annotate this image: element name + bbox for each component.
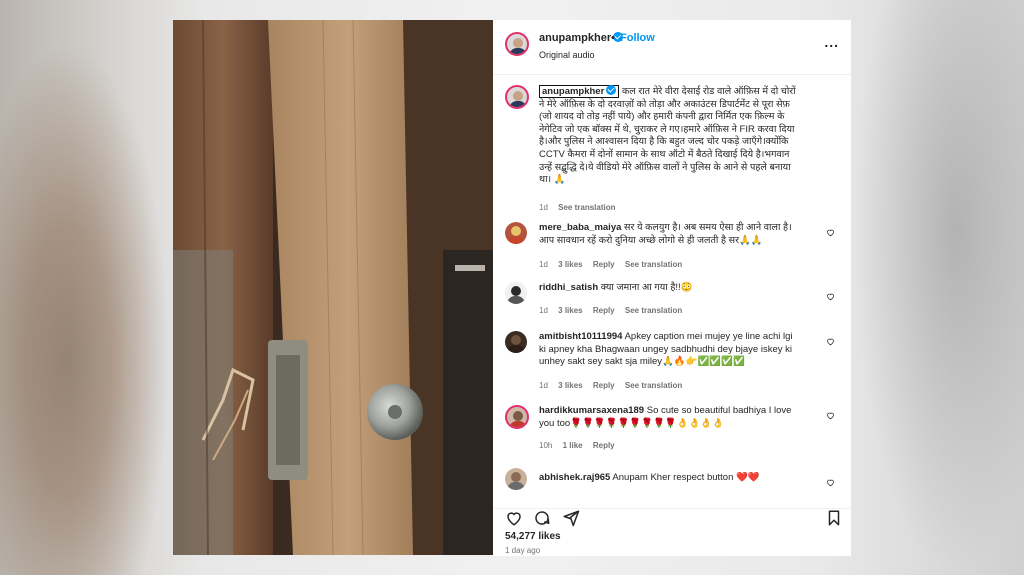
- comment-username[interactable]: amitbisht10111994: [539, 331, 622, 342]
- comment-username[interactable]: abhishek.raj965: [539, 472, 610, 483]
- likes-count[interactable]: 54,277 likes: [505, 531, 561, 542]
- caption-avatar[interactable]: [505, 85, 529, 109]
- comment-username[interactable]: hardikkumarsaxena189: [539, 405, 644, 416]
- video-frame-image: [173, 20, 493, 555]
- comment-text-container: amitbisht10111994 Apkey caption mei muje…: [539, 331, 801, 369]
- comment-meta: 1d 3 likes Reply See translation: [539, 381, 690, 390]
- comment-time: 1d: [539, 260, 548, 269]
- post-video[interactable]: [173, 20, 493, 555]
- action-bar: 54,277 likes 1 day ago: [493, 508, 851, 556]
- comment-username[interactable]: mere_baba_maiya: [539, 222, 621, 233]
- reply-button[interactable]: Reply: [593, 306, 615, 315]
- reply-button[interactable]: Reply: [593, 260, 615, 269]
- caption-translate-link[interactable]: See translation: [558, 203, 615, 212]
- comment-text-container: mere_baba_maiya सर ये कलयुग है। अब समय ऐ…: [539, 222, 801, 247]
- comment-like-heart-icon[interactable]: [826, 478, 835, 487]
- comment-avatar[interactable]: [505, 405, 529, 429]
- verified-icon: [606, 85, 617, 95]
- comment-icon[interactable]: [533, 509, 551, 527]
- comment-avatar[interactable]: [505, 331, 527, 353]
- comment-text-container: abhishek.raj965 Anupam Kher respect butt…: [539, 472, 801, 485]
- follow-button[interactable]: Follow: [620, 32, 655, 44]
- caption-text-container: anupampkher कल रात मेरे वीरा देसाई रोड व…: [539, 85, 801, 187]
- comment-time: 1d: [539, 306, 548, 315]
- bookmark-icon[interactable]: [825, 509, 843, 527]
- comment-like-heart-icon[interactable]: [826, 411, 835, 420]
- post-date: 1 day ago: [505, 546, 541, 555]
- comment-like-heart-icon[interactable]: [826, 337, 835, 346]
- comment-avatar[interactable]: [505, 282, 527, 304]
- comment-text: क्या जमाना आ गया है!!😳: [600, 282, 693, 293]
- author-avatar[interactable]: [505, 32, 529, 56]
- comment-likes[interactable]: 3 likes: [558, 260, 582, 269]
- comment-text: Anupam Kher respect button ❤️❤️: [612, 472, 760, 483]
- translate-link[interactable]: See translation: [625, 306, 682, 315]
- heart-icon[interactable]: [505, 509, 523, 527]
- post-modal: anupampkher • Follow Original audio ... …: [173, 20, 851, 556]
- comment-meta: 10h 1 like Reply: [539, 441, 623, 450]
- comment-text-container: riddhi_satish क्या जमाना आ गया है!!😳: [539, 282, 801, 295]
- comment-username[interactable]: riddhi_satish: [539, 282, 598, 293]
- reply-button[interactable]: Reply: [593, 441, 615, 450]
- comment-like-heart-icon[interactable]: [826, 292, 835, 301]
- more-icon[interactable]: ...: [824, 34, 839, 50]
- comment-avatar[interactable]: [505, 222, 527, 244]
- caption-time: 1d: [539, 203, 548, 212]
- comment-like-heart-icon[interactable]: [826, 228, 835, 237]
- comment-meta: 1d 3 likes Reply See translation: [539, 306, 690, 315]
- comment-text-container: hardikkumarsaxena189 So cute so beautifu…: [539, 405, 801, 430]
- reply-button[interactable]: Reply: [593, 381, 615, 390]
- backdrop-blur-left: [0, 40, 170, 575]
- backdrop-blur-right: [854, 0, 1024, 575]
- audio-label[interactable]: Original audio: [539, 50, 595, 60]
- comment-time: 1d: [539, 381, 548, 390]
- post-side-panel: anupampkher • Follow Original audio ... …: [493, 20, 851, 556]
- caption-text: कल रात मेरे वीरा देसाई रोड वाले ऑफ़िस मे…: [539, 86, 796, 186]
- comment-time: 10h: [539, 441, 553, 450]
- action-icons: [505, 509, 586, 532]
- comment-avatar[interactable]: [505, 468, 527, 490]
- share-icon[interactable]: [562, 509, 580, 527]
- comment-meta: 1d 3 likes Reply See translation: [539, 260, 690, 269]
- comment-likes[interactable]: 1 like: [563, 441, 583, 450]
- comments-list[interactable]: anupampkher कल रात मेरे वीरा देसाई रोड व…: [493, 75, 851, 508]
- caption-meta: 1d See translation: [539, 203, 624, 212]
- comment-likes[interactable]: 3 likes: [558, 381, 582, 390]
- caption-username[interactable]: anupampkher: [539, 85, 620, 98]
- post-header: anupampkher • Follow Original audio ...: [493, 20, 851, 75]
- translate-link[interactable]: See translation: [625, 260, 682, 269]
- comment-likes[interactable]: 3 likes: [558, 306, 582, 315]
- translate-link[interactable]: See translation: [625, 381, 682, 390]
- header-separator: •: [611, 32, 615, 44]
